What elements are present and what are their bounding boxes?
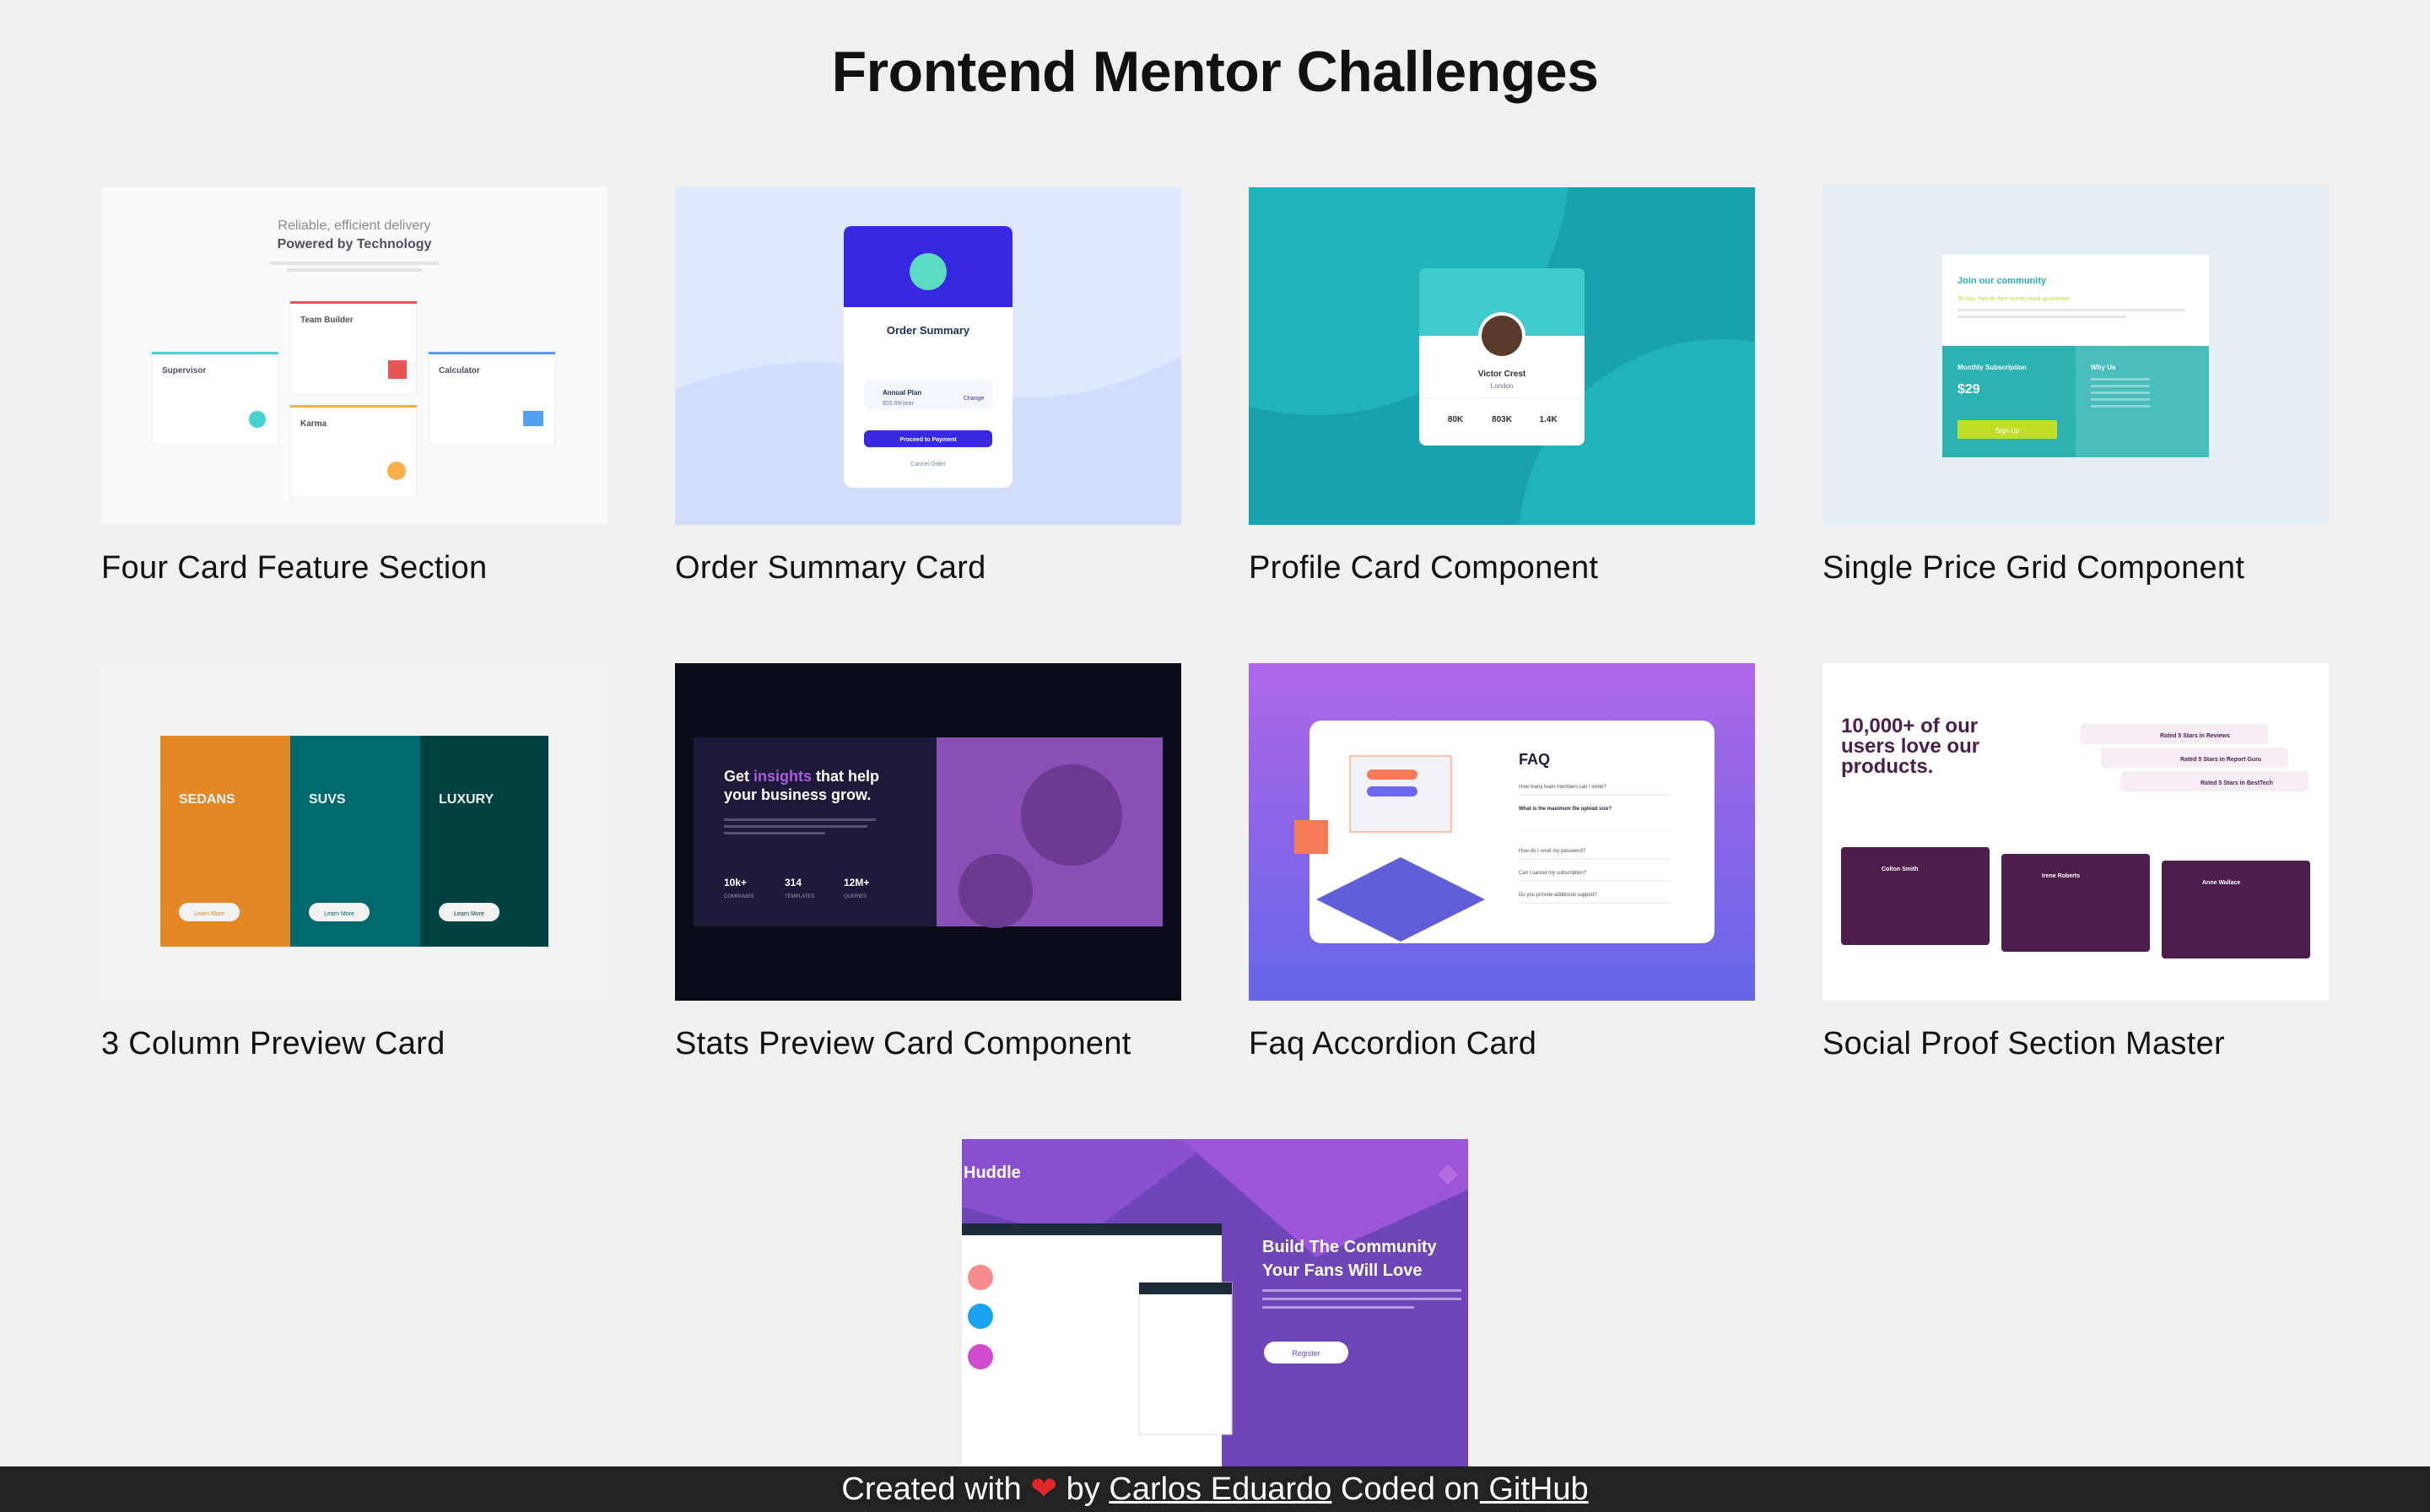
project-preview-image[interactable]: FAQ How many team members can I invite? … (1249, 663, 1755, 1001)
svg-text:Why Us: Why Us (2091, 364, 2116, 371)
project-card-faq-accordion[interactable]: FAQ How many team members can I invite? … (1249, 663, 1755, 1062)
faq-accordion-preview: FAQ How many team members can I invite? … (1249, 663, 1755, 1001)
svg-text:Do you provide additional supp: Do you provide additional support? (1519, 893, 1597, 898)
svg-text:Colton Smith: Colton Smith (1882, 867, 1919, 872)
svg-text:Monthly Subscription: Monthly Subscription (1958, 364, 2027, 371)
footer-created-text: Created with (841, 1472, 1022, 1507)
svg-text:Huddle: Huddle (964, 1164, 1021, 1182)
footer-coded-text: Coded on (1340, 1472, 1480, 1507)
social-proof-preview: 10,000+ of our users love our products. … (1822, 663, 2329, 1001)
profile-card-preview: Victor Crest London 80K 803K 1.4K (1249, 187, 1755, 525)
svg-text:Rated 5 Stars in Reviews: Rated 5 Stars in Reviews (2160, 733, 2230, 739)
svg-text:LUXURY: LUXURY (439, 792, 494, 807)
svg-text:Cancel Order: Cancel Order (910, 462, 946, 467)
three-column-preview: SEDANS SUVS LUXURY Learn More Learn More… (101, 663, 608, 1001)
project-title[interactable]: Stats Preview Card Component (675, 1026, 1181, 1062)
svg-text:TEMPLATES: TEMPLATES (785, 894, 814, 899)
svg-text:10k+: 10k+ (724, 877, 747, 888)
footer: Created with ❤ by Carlos Eduardo Coded o… (0, 1466, 2430, 1512)
svg-text:Change: Change (964, 396, 985, 402)
svg-text:How many team members can I in: How many team members can I invite? (1519, 785, 1606, 790)
svg-text:Anne Wallace: Anne Wallace (2202, 880, 2240, 886)
project-title[interactable]: Single Price Grid Component (1822, 550, 2329, 586)
svg-text:Irene Roberts: Irene Roberts (2042, 873, 2080, 879)
svg-text:Learn More: Learn More (454, 911, 484, 917)
order-summary-preview: Order Summary Annual Plan $59.99/year Ch… (675, 187, 1181, 525)
footer-by-text: by (1066, 1472, 1100, 1507)
svg-text:Annual Plan: Annual Plan (883, 389, 921, 397)
project-preview-image[interactable]: Victor Crest London 80K 803K 1.4K (1249, 187, 1755, 525)
svg-text:Your Fans Will Love: Your Fans Will Love (1262, 1261, 1422, 1280)
svg-text:Team Builder: Team Builder (300, 316, 354, 325)
svg-text:12M+: 12M+ (844, 877, 869, 888)
svg-text:SEDANS: SEDANS (179, 792, 235, 807)
project-preview-image[interactable]: Reliable, efficient delivery Powered by … (101, 187, 608, 525)
svg-text:Proceed to Payment: Proceed to Payment (899, 437, 957, 443)
project-card-single-price-grid[interactable]: Join our community 30-day, hassle-free m… (1822, 187, 2329, 586)
svg-text:$29: $29 (1958, 382, 1980, 397)
project-title[interactable]: Order Summary Card (675, 550, 1181, 586)
page-title: Frontend Mentor Challenges (831, 40, 1599, 104)
svg-text:Supervisor: Supervisor (162, 366, 206, 375)
svg-text:FAQ: FAQ (1519, 751, 1550, 768)
svg-text:Learn More: Learn More (324, 911, 354, 917)
svg-text:1.4K: 1.4K (1539, 415, 1558, 424)
project-preview-image[interactable]: Huddle Build The Community Your Fans Wil… (962, 1139, 1468, 1477)
svg-text:your business grow.: your business grow. (724, 786, 871, 803)
svg-text:Rated 5 Stars in Report Guru: Rated 5 Stars in Report Guru (2180, 757, 2261, 763)
svg-text:Reliable, efficient delivery: Reliable, efficient delivery (278, 219, 430, 233)
project-preview-image[interactable]: Get insights that help your business gro… (675, 663, 1181, 1001)
project-preview-image[interactable]: SEDANS SUVS LUXURY Learn More Learn More… (101, 663, 608, 1001)
project-card-3-column[interactable]: SEDANS SUVS LUXURY Learn More Learn More… (101, 663, 608, 1062)
author-link[interactable]: Carlos Eduardo (1109, 1472, 1331, 1507)
heart-icon: ❤ (1030, 1472, 1058, 1507)
four-card-preview: Reliable, efficient delivery Powered by … (101, 187, 608, 525)
project-card-profile[interactable]: Victor Crest London 80K 803K 1.4K Profil… (1249, 187, 1755, 586)
project-card-order-summary[interactable]: Order Summary Annual Plan $59.99/year Ch… (675, 187, 1181, 586)
svg-text:$59.99/year: $59.99/year (883, 401, 915, 407)
svg-text:10,000+ of our: 10,000+ of our (1841, 715, 1978, 737)
svg-text:Calculator: Calculator (439, 366, 480, 375)
stats-preview: Get insights that help your business gro… (675, 663, 1181, 1001)
github-link[interactable]: GitHub (1480, 1472, 1588, 1507)
svg-text:SUVS: SUVS (309, 792, 346, 807)
project-title[interactable]: Profile Card Component (1249, 550, 1755, 586)
project-card-stats-preview[interactable]: Get insights that help your business gro… (675, 663, 1181, 1062)
svg-text:Victor Crest: Victor Crest (1478, 370, 1526, 379)
svg-text:What is the maximum file uploa: What is the maximum file upload size? (1519, 807, 1612, 812)
svg-text:Order Summary: Order Summary (887, 324, 970, 337)
svg-text:803K: 803K (1492, 415, 1513, 424)
project-title[interactable]: Faq Accordion Card (1249, 1026, 1755, 1062)
single-price-grid-preview: Join our community 30-day, hassle-free m… (1822, 187, 2329, 525)
svg-text:80K: 80K (1448, 415, 1464, 424)
svg-text:Join our community: Join our community (1958, 276, 2047, 286)
huddle-preview: Huddle Build The Community Your Fans Wil… (962, 1139, 1468, 1477)
svg-text:Karma: Karma (300, 419, 327, 429)
svg-text:QUERIES: QUERIES (844, 894, 867, 899)
svg-text:Register: Register (1292, 1349, 1320, 1358)
svg-text:Get insights that help: Get insights that help (724, 768, 879, 785)
svg-text:30-day, hassle-free money back: 30-day, hassle-free money back guarantee (1958, 296, 2070, 302)
svg-text:How do I reset my password?: How do I reset my password? (1519, 849, 1586, 854)
project-title[interactable]: 3 Column Preview Card (101, 1026, 608, 1062)
svg-text:users love our: users love our (1841, 735, 1979, 758)
project-card-huddle[interactable]: Huddle Build The Community Your Fans Wil… (962, 1139, 1468, 1477)
svg-text:Build The Community: Build The Community (1262, 1238, 1438, 1256)
svg-text:COMPANIES: COMPANIES (724, 894, 754, 899)
project-title[interactable]: Four Card Feature Section (101, 550, 608, 586)
project-preview-image[interactable]: 10,000+ of our users love our products. … (1822, 663, 2329, 1001)
svg-text:Sign Up: Sign Up (1995, 427, 2020, 435)
project-card-four-card-feature[interactable]: Reliable, efficient delivery Powered by … (101, 187, 608, 586)
svg-text:Powered by Technology: Powered by Technology (278, 237, 432, 251)
svg-text:London: London (1491, 382, 1514, 390)
svg-text:Can I cancel my subscription?: Can I cancel my subscription? (1519, 871, 1587, 876)
project-preview-image[interactable]: Join our community 30-day, hassle-free m… (1822, 187, 2329, 525)
svg-text:314: 314 (785, 877, 802, 888)
project-title[interactable]: Social Proof Section Master (1822, 1026, 2329, 1062)
svg-text:products.: products. (1841, 755, 1933, 778)
svg-text:Learn More: Learn More (194, 911, 224, 917)
project-preview-image[interactable]: Order Summary Annual Plan $59.99/year Ch… (675, 187, 1181, 525)
svg-text:Rated 5 Stars in BestTech: Rated 5 Stars in BestTech (2200, 780, 2273, 786)
project-card-social-proof[interactable]: 10,000+ of our users love our products. … (1822, 663, 2329, 1062)
